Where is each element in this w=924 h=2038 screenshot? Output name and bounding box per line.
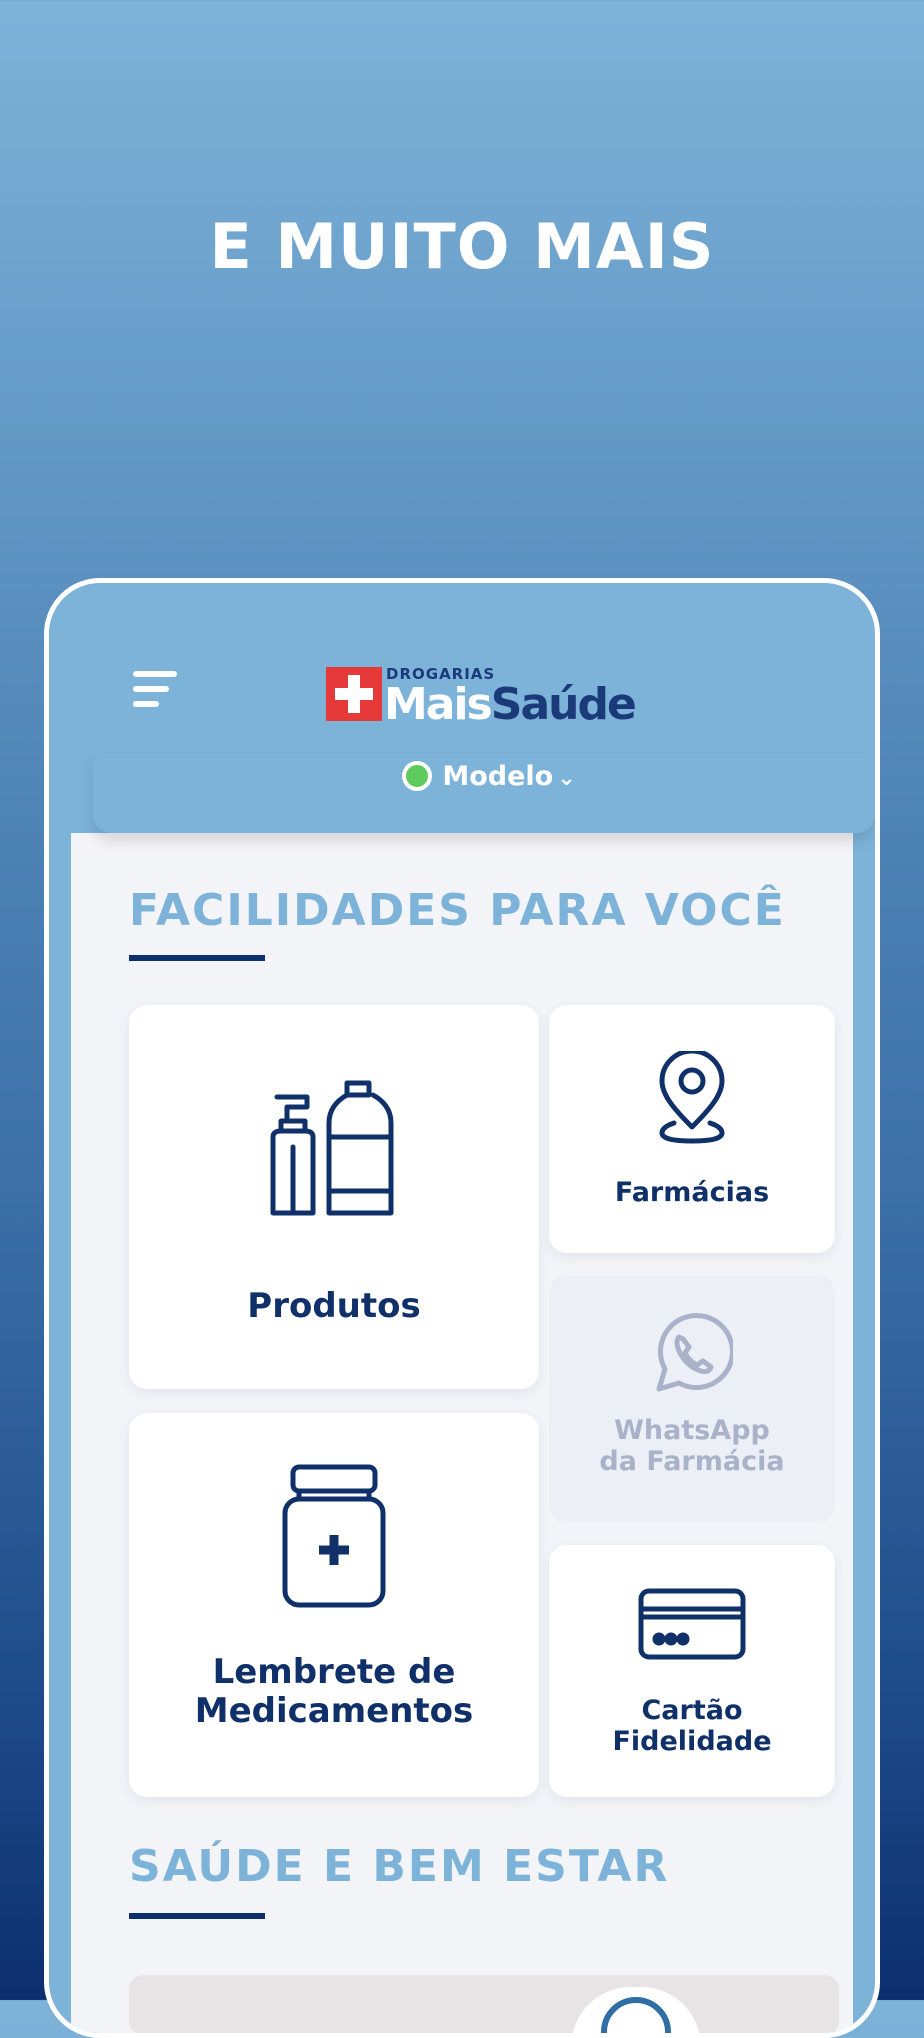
chevron-down-icon: ⌄ (557, 766, 576, 791)
section-title-facilidades: FACILIDADES PARA VOCÊ (129, 885, 786, 936)
menu-icon-line (133, 686, 169, 692)
card-label-line2: Medicamentos (194, 1691, 474, 1732)
card-label-line1: Lembrete de (212, 1652, 456, 1692)
card-farmacias[interactable]: Farmácias (549, 1005, 835, 1253)
card-label-line1: WhatsApp (614, 1415, 770, 1446)
medicine-jar-icon (282, 1464, 386, 1608)
card-label: Produtos (247, 1286, 421, 1326)
section-underline (129, 955, 265, 961)
globe-icon (601, 1997, 671, 2033)
menu-button[interactable] (133, 667, 183, 711)
credit-card-icon (638, 1588, 746, 1660)
menu-icon-line (133, 671, 177, 677)
location-pin-icon (659, 1051, 725, 1144)
card-label-line2: Fidelidade (612, 1726, 772, 1758)
card-whatsapp[interactable]: WhatsApp da Farmácia (549, 1275, 835, 1523)
wellness-banner[interactable] (129, 1975, 839, 2033)
store-selector[interactable]: Modelo ⌄ (71, 761, 875, 792)
card-cartao-fidelidade[interactable]: Cartão Fidelidade (549, 1545, 835, 1797)
phone-frame: DROGARIAS MaisSaúde Modelo ⌄ FACILIDADES … (44, 578, 880, 2038)
menu-icon-line (133, 701, 159, 707)
brand-logo: DROGARIAS MaisSaúde (326, 665, 646, 730)
logo-mais: Mais (384, 679, 493, 730)
headline: E MUITO MAIS (209, 210, 715, 283)
store-name: Modelo (442, 761, 554, 792)
card-label-line1: Cartão (641, 1695, 743, 1726)
online-status-icon (402, 761, 433, 791)
card-label-line2: da Farmácia (599, 1446, 785, 1478)
app-screen: DROGARIAS MaisSaúde Modelo ⌄ FACILIDADES … (49, 583, 875, 2033)
whatsapp-icon (656, 1313, 733, 1392)
card-lembrete-medicamentos[interactable]: Lembrete de Medicamentos (129, 1413, 539, 1797)
card-produtos[interactable]: Produtos (129, 1005, 539, 1389)
logo-saude: Saúde (490, 679, 637, 730)
card-label: Farmácias (614, 1177, 770, 1208)
section-underline (129, 1913, 265, 1919)
section-title-saude-bem-estar: SAÚDE E BEM ESTAR (129, 1841, 670, 1892)
bottles-icon (270, 1080, 394, 1216)
logo-wordmark: MaisSaúde (384, 679, 637, 730)
red-cross-icon (326, 667, 382, 721)
